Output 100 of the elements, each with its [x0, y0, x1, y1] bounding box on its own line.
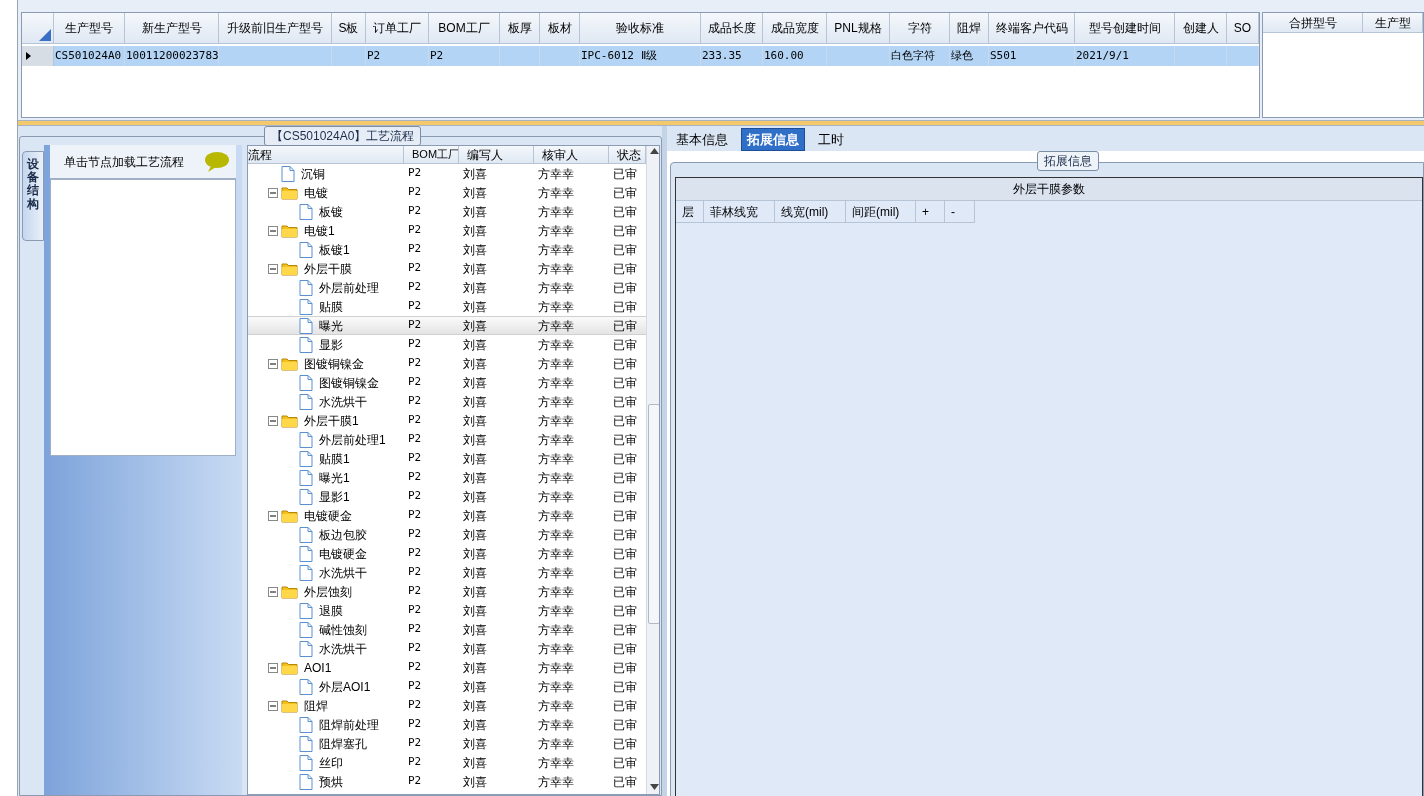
collapse-icon[interactable] — [268, 510, 278, 521]
tab[interactable]: 基本信息 — [671, 128, 733, 151]
tree-row[interactable]: 外层AOI1 P2 刘喜 方幸幸 已审 — [248, 677, 646, 696]
tree-row[interactable]: 外层蚀刻 P2 刘喜 方幸幸 已审 — [248, 582, 646, 601]
tree-row[interactable]: 显影1 P2 刘喜 方幸幸 已审 — [248, 487, 646, 506]
tree-row[interactable]: AOI1 P2 刘喜 方幸幸 已审 — [248, 658, 646, 677]
tree-node-label[interactable]: 板镀 — [319, 202, 343, 221]
collapse-icon[interactable] — [268, 662, 278, 673]
tree-node-label[interactable]: 阻焊 — [304, 696, 328, 715]
column-header[interactable]: 订单工厂 — [366, 13, 429, 43]
tree-node-label[interactable]: 图镀铜镍金 — [319, 373, 379, 392]
column-header[interactable]: 新生产型号 — [125, 13, 219, 43]
tree-row[interactable]: 退膜 P2 刘喜 方幸幸 已审 — [248, 601, 646, 620]
tree-node-label[interactable]: 阻焊前处理 — [319, 715, 379, 734]
tree-row[interactable]: 电镀硬金 P2 刘喜 方幸幸 已审 — [248, 506, 646, 525]
tree-row[interactable]: 外层前处理1 P2 刘喜 方幸幸 已审 — [248, 430, 646, 449]
tree-node-label[interactable]: 板镀1 — [319, 240, 350, 259]
column-header[interactable]: 创建人 — [1175, 13, 1227, 43]
collapse-icon[interactable] — [268, 586, 278, 597]
column-header[interactable]: 验收标准 — [580, 13, 701, 43]
tree-row[interactable]: 电镀 P2 刘喜 方幸幸 已审 — [248, 183, 646, 202]
collapse-icon[interactable] — [268, 187, 278, 198]
tree-row[interactable]: 碱性蚀刻 P2 刘喜 方幸幸 已审 — [248, 620, 646, 639]
collapse-icon[interactable] — [268, 263, 278, 274]
column-header[interactable]: S板 — [332, 13, 366, 43]
tree-row[interactable]: 水洗烘干 P2 刘喜 方幸幸 已审 — [248, 639, 646, 658]
tree-row[interactable]: 外层前处理 P2 刘喜 方幸幸 已审 — [248, 278, 646, 297]
tree-node-label[interactable]: 贴膜 — [319, 297, 343, 316]
tree-node-label[interactable]: 水洗烘干 — [319, 392, 367, 411]
tree-row[interactable]: 贴膜1 P2 刘喜 方幸幸 已审 — [248, 449, 646, 468]
collapse-icon[interactable] — [268, 225, 278, 236]
column-header[interactable]: 流程 — [248, 146, 272, 163]
tree-node-label[interactable]: 显影 — [319, 335, 343, 354]
column-header[interactable]: 线宽(mil) — [781, 202, 829, 221]
tree-node-label[interactable]: AOI1 — [304, 658, 332, 677]
tree-node-label[interactable]: 沉铜 — [301, 164, 325, 183]
column-header[interactable]: 状态 — [617, 146, 641, 163]
column-header[interactable]: 间距(mil) — [852, 202, 900, 221]
tree-node-label[interactable]: 外层干膜1 — [304, 411, 359, 430]
table-row[interactable]: CS501024A0 10011200023783 P2 P2 IPC-6012 Ⅱ级 233.35 160.00 白色字符 绿色 S501 2021/9/1 — [22, 46, 1259, 66]
tree-node-label[interactable]: 贴膜1 — [319, 449, 350, 468]
tree-row[interactable]: 板镀1 P2 刘喜 方幸幸 已审 — [248, 240, 646, 259]
tree-node-label[interactable]: 外层干膜 — [304, 259, 352, 278]
tree-node-label[interactable]: 电镀1 — [304, 221, 335, 240]
tab[interactable]: 工时 — [813, 128, 849, 151]
tree-row[interactable]: 贴膜 P2 刘喜 方幸幸 已审 — [248, 297, 646, 316]
tree-row[interactable]: 阻焊 P2 刘喜 方幸幸 已审 — [248, 696, 646, 715]
tree-node-label[interactable]: 退膜 — [319, 601, 343, 620]
column-header[interactable]: 板材 — [540, 13, 580, 43]
column-header[interactable]: - — [951, 202, 955, 221]
column-header[interactable]: 生产型 — [1363, 13, 1423, 32]
column-header[interactable]: + — [922, 202, 929, 221]
tree-node-label[interactable]: 外层蚀刻 — [304, 582, 352, 601]
column-header[interactable]: BOM工厂 — [412, 146, 458, 163]
column-header[interactable]: 板厚 — [500, 13, 540, 43]
tree-row[interactable]: 阻焊塞孔 P2 刘喜 方幸幸 已审 — [248, 734, 646, 753]
tree-node-label[interactable]: 碱性蚀刻 — [319, 620, 367, 639]
collapse-icon[interactable] — [268, 700, 278, 711]
tree-row[interactable]: 图镀铜镍金 P2 刘喜 方幸幸 已审 — [248, 373, 646, 392]
tree-row[interactable]: 预烘 P2 刘喜 方幸幸 已审 — [248, 772, 646, 791]
column-header[interactable]: 层 — [682, 202, 694, 221]
tree-row[interactable]: 丝印 P2 刘喜 方幸幸 已审 — [248, 753, 646, 772]
tree-node-label[interactable]: 预烘 — [319, 772, 343, 791]
tree-node-label[interactable]: 水洗烘干 — [319, 563, 367, 582]
tree-node-label[interactable]: 外层前处理1 — [319, 430, 386, 449]
scrollbar[interactable] — [646, 146, 659, 794]
tree-node-label[interactable]: 显影1 — [319, 487, 350, 506]
column-header[interactable]: 核审人 — [542, 146, 578, 163]
scroll-down-icon[interactable] — [650, 784, 659, 790]
tree-node-label[interactable]: 电镀 — [304, 183, 328, 202]
column-header[interactable]: 成品长度 — [701, 13, 763, 43]
column-header[interactable]: SO — [1227, 13, 1259, 43]
tree-row[interactable]: 曝光1 P2 刘喜 方幸幸 已审 — [248, 468, 646, 487]
column-header[interactable]: 终端客户代码 — [989, 13, 1075, 43]
column-header[interactable]: 菲林线宽 — [710, 202, 758, 221]
tree-node-label[interactable]: 板边包胶 — [319, 525, 367, 544]
tree-node-label[interactable]: 丝印 — [319, 753, 343, 772]
collapse-icon[interactable] — [268, 358, 278, 369]
tree-row[interactable]: 曝光 P2 刘喜 方幸幸 已审 — [248, 316, 646, 335]
column-header[interactable]: 合拼型号 — [1263, 13, 1363, 32]
column-header[interactable]: 升级前旧生产型号 — [219, 13, 332, 43]
tree-node-label[interactable]: 水洗烘干 — [319, 639, 367, 658]
tree-row[interactable]: 显影 P2 刘喜 方幸幸 已审 — [248, 335, 646, 354]
tree-row[interactable]: 板边包胶 P2 刘喜 方幸幸 已审 — [248, 525, 646, 544]
tree-row[interactable]: 外层干膜1 P2 刘喜 方幸幸 已审 — [248, 411, 646, 430]
tree-row[interactable]: 水洗烘干 P2 刘喜 方幸幸 已审 — [248, 392, 646, 411]
tree-node-label[interactable]: 图镀铜镍金 — [304, 354, 364, 373]
tree-row[interactable]: 电镀1 P2 刘喜 方幸幸 已审 — [248, 221, 646, 240]
column-header[interactable]: 生产型号 — [54, 13, 125, 43]
column-header[interactable]: 阻焊 — [950, 13, 989, 43]
tree-node-label[interactable]: 曝光1 — [319, 468, 350, 487]
tree-row[interactable]: 水洗烘干 P2 刘喜 方幸幸 已审 — [248, 563, 646, 582]
tree-node-label[interactable]: 曝光 — [319, 316, 343, 335]
tree-row[interactable]: 板镀 P2 刘喜 方幸幸 已审 — [248, 202, 646, 221]
column-header[interactable]: PNL规格 — [827, 13, 890, 43]
collapse-icon[interactable] — [268, 415, 278, 426]
column-header[interactable]: 字符 — [890, 13, 950, 43]
tree-row[interactable]: 阻焊前处理 P2 刘喜 方幸幸 已审 — [248, 715, 646, 734]
column-header[interactable]: 编写人 — [467, 146, 503, 163]
tree-node-label[interactable]: 外层AOI1 — [319, 677, 371, 696]
